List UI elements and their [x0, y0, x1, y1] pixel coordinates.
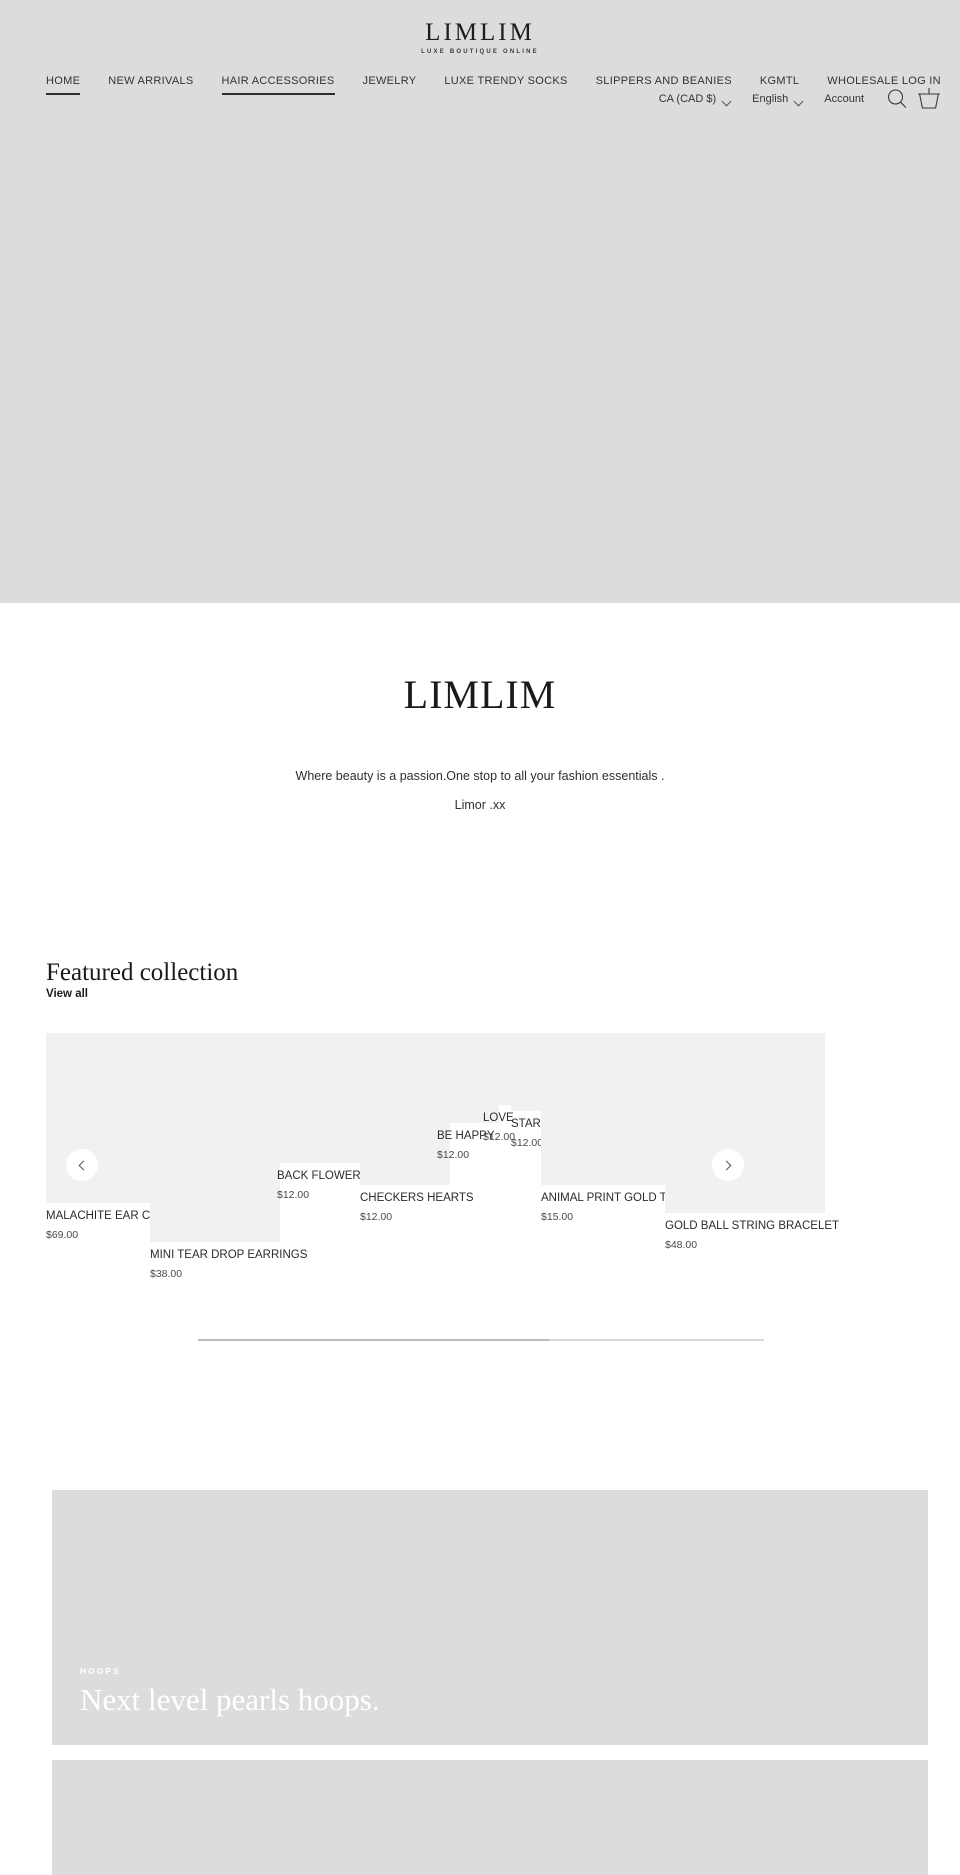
currency-value: CA (CAD $)	[658, 93, 717, 105]
nav-item-hair-accessories[interactable]: HAIR ACCESSORIES	[221, 75, 335, 95]
language-selector[interactable]: English	[752, 93, 804, 106]
search-icon	[887, 89, 907, 108]
product-price: $15.00	[541, 1211, 574, 1223]
chevron-left-icon	[78, 1160, 89, 1170]
nav-item-luxe-trendy-socks[interactable]: LUXE TRENDY SOCKS	[444, 75, 567, 95]
carousel-next-button[interactable]	[712, 1149, 744, 1181]
product-image	[277, 1033, 360, 1163]
chevron-down-icon	[793, 96, 804, 106]
intro-signature: Limor .xx	[454, 798, 506, 812]
nav-item-new-arrivals[interactable]: NEW ARRIVALS	[108, 75, 193, 95]
product-image	[665, 1033, 825, 1213]
cart-button[interactable]	[916, 87, 942, 111]
product-image	[541, 1033, 673, 1185]
promo-content: HOOPS Next level pearls hoops.	[80, 1666, 380, 1717]
promo-banner-hoops[interactable]: HOOPS Next level pearls hoops.	[52, 1490, 928, 1745]
product-price: $38.00	[150, 1268, 183, 1280]
product-card[interactable]: BACK FLOWER $12.00	[277, 1033, 361, 1201]
nav-item-home[interactable]: HOME	[46, 75, 81, 95]
product-price: $12.00	[277, 1189, 310, 1201]
site-header: LIMLIM LUXE BOUTIQUE ONLINE HOME NEW ARR…	[0, 0, 960, 136]
product-title: MINI TEAR DROP EARRINGS	[150, 1249, 308, 1261]
product-card[interactable]: GOLD BALL STRING BRACELET $48.00	[665, 1033, 840, 1251]
section-title: Featured collection	[46, 959, 239, 986]
product-card[interactable]: MINI TEAR DROP EARRINGS $38.00	[150, 1033, 308, 1280]
promo-banner-secondary[interactable]	[52, 1760, 928, 1875]
product-title: GOLD BALL STRING BRACELET	[665, 1220, 840, 1232]
view-all-link[interactable]: View all	[46, 988, 238, 1000]
site-logo[interactable]: LIMLIM LUXE BOUTIQUE ONLINE	[0, 20, 960, 55]
chevron-right-icon	[721, 1160, 732, 1170]
hero-banner[interactable]	[0, 136, 960, 603]
carousel-progress-fill	[198, 1339, 549, 1341]
language-value: English	[752, 93, 789, 105]
intro-heading: LIMLIM	[403, 672, 557, 717]
search-button[interactable]	[886, 88, 908, 110]
cart-icon	[918, 88, 940, 109]
promo-eyebrow: HOOPS	[80, 1665, 121, 1676]
product-price: $12.00	[437, 1149, 470, 1161]
product-price: $12.00	[360, 1211, 393, 1223]
header-utilities: CA (CAD $) English Account	[659, 87, 942, 111]
account-link[interactable]: Account	[824, 93, 864, 105]
nav-item-jewelry[interactable]: JEWELRY	[363, 75, 417, 95]
logo-tagline: LUXE BOUTIQUE ONLINE	[421, 49, 539, 55]
product-title: BACK FLOWER	[277, 1170, 361, 1182]
product-title: CHECKERS HEARTS	[360, 1192, 474, 1204]
intro-tagline: Where beauty is a passion.One stop to al…	[295, 769, 665, 783]
product-image	[150, 1033, 280, 1242]
featured-collection-header: Featured collection View all	[46, 959, 239, 1000]
product-price: $48.00	[665, 1239, 698, 1251]
carousel-progress-bar[interactable]	[198, 1339, 764, 1341]
logo-wordmark: LIMLIM	[425, 19, 535, 46]
product-carousel: MALACHITE EAR CUFF $69.00 MINI TEAR DROP…	[46, 1033, 960, 1333]
product-title: ANIMAL PRINT GOLD TRIM	[541, 1192, 688, 1204]
carousel-prev-button[interactable]	[66, 1149, 98, 1181]
homepage: LIMLIM LUXE BOUTIQUE ONLINE HOME NEW ARR…	[0, 0, 960, 1875]
currency-selector[interactable]: CA (CAD $)	[658, 93, 732, 106]
chevron-down-icon	[721, 96, 732, 106]
intro-section: LIMLIM Where beauty is a passion.One sto…	[0, 603, 960, 813]
promo-title: Next level pearls hoops.	[80, 1681, 380, 1717]
product-card[interactable]: ANIMAL PRINT GOLD TRIM $15.00	[541, 1033, 688, 1223]
